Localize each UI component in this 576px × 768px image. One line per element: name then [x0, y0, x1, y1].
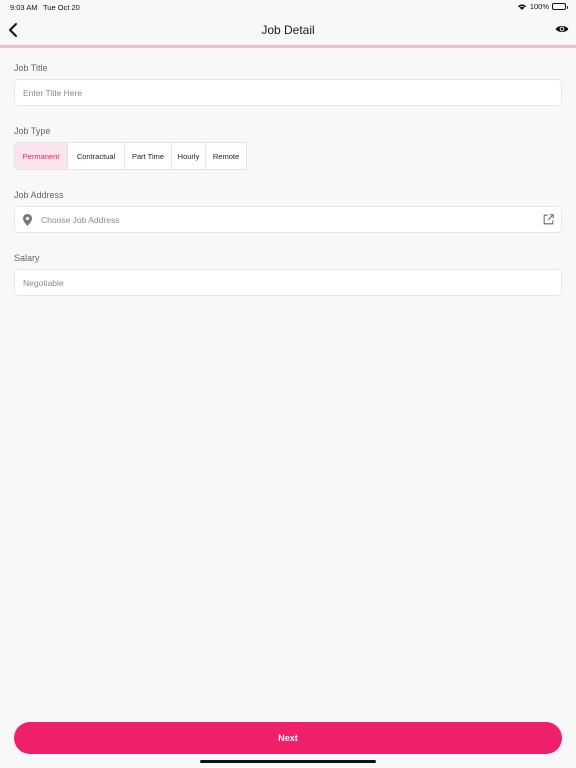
location-pin-icon	[23, 214, 32, 226]
job-address-input[interactable]	[15, 207, 561, 232]
job-title-label: Job Title	[14, 63, 48, 73]
battery-icon	[552, 3, 568, 10]
eye-icon[interactable]	[555, 23, 569, 35]
wifi-icon	[517, 4, 526, 10]
salary-field[interactable]	[14, 269, 562, 296]
home-indicator[interactable]	[200, 760, 376, 763]
job-address-field[interactable]	[14, 206, 562, 233]
status-time: 9:03 AM	[10, 3, 38, 12]
next-button[interactable]: Next	[14, 722, 562, 754]
battery-percent: 100%	[529, 2, 549, 11]
salary-label: Salary	[14, 253, 40, 263]
status-date: Tue Oct 20	[43, 3, 80, 12]
job-address-label: Job Address	[14, 190, 64, 200]
job-type-option-permanent[interactable]: Permanent	[15, 143, 68, 169]
job-type-option-contractual[interactable]: Contractual	[68, 143, 125, 169]
status-bar: 9:03 AM Tue Oct 20 100%	[0, 0, 576, 14]
header-divider	[0, 45, 576, 48]
job-title-field[interactable]	[14, 79, 562, 106]
job-type-option-hourly[interactable]: Hourly	[172, 143, 206, 169]
job-title-input[interactable]	[15, 80, 561, 105]
job-type-label: Job Type	[14, 126, 51, 136]
job-type-segmented-control: Permanent Contractual Part Time Hourly R…	[14, 142, 247, 170]
page-title: Job Detail	[261, 23, 315, 37]
job-type-option-remote[interactable]: Remote	[206, 143, 246, 169]
open-external-icon[interactable]	[543, 214, 554, 225]
salary-input[interactable]	[15, 270, 561, 295]
nav-bar: Job Detail	[0, 14, 576, 45]
status-indicators: 100%	[517, 2, 568, 11]
job-type-option-part-time[interactable]: Part Time	[125, 143, 172, 169]
